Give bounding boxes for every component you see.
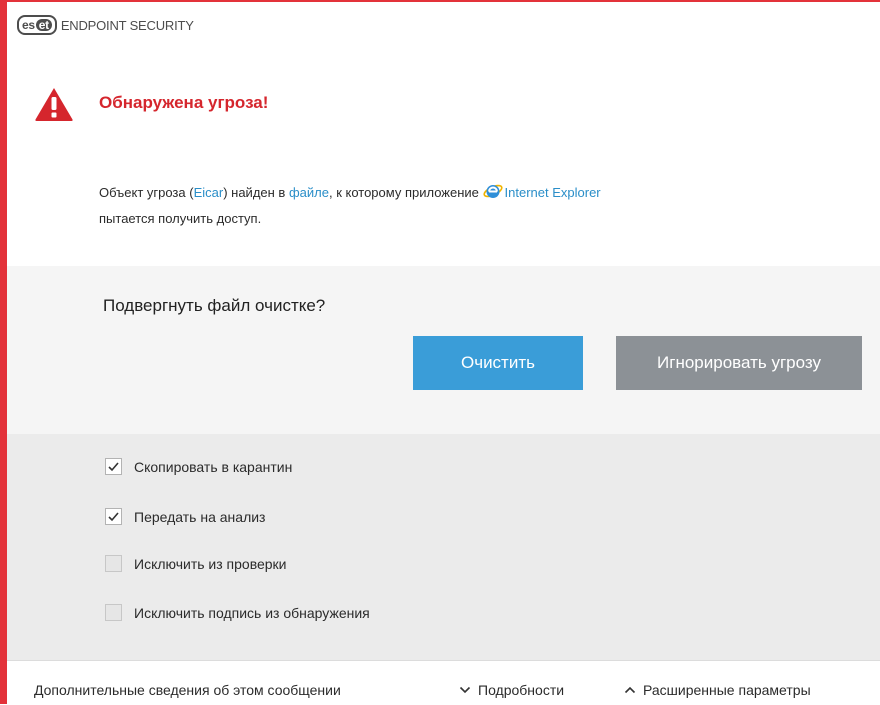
eset-logo: es et ENDPOINT SECURITY [17,15,194,35]
more-info-link[interactable]: Дополнительные сведения об этом сообщени… [34,682,341,698]
question-area: Подвергнуть файл очистке? Очистить Игнор… [7,266,880,434]
clean-button[interactable]: Очистить [413,336,583,390]
details-toggle[interactable]: Подробности [459,682,564,698]
checkbox-quarantine[interactable] [105,458,122,475]
advanced-options-toggle[interactable]: Расширенные параметры [624,682,811,698]
message-text: , к которому приложение [328,185,483,200]
option-quarantine[interactable]: Скопировать в карантин [105,458,292,475]
option-exclude-scan[interactable]: Исключить из проверки [105,555,287,572]
brand-badge-right: et [35,19,52,31]
checkbox-submit-analysis[interactable] [105,508,122,525]
product-name: ENDPOINT SECURITY [60,17,194,33]
options-area: Скопировать в карантин Передать на анали… [7,434,880,660]
file-link[interactable]: файле [289,185,329,200]
eset-badge: es et [17,15,57,35]
checkmark-icon [108,512,119,522]
brand-badge-left: es [22,18,35,32]
option-label: Исключить из проверки [134,555,287,572]
message-text: ) найден в [223,185,289,200]
window-border-left [0,0,7,704]
advanced-label: Расширенные параметры [643,682,811,698]
clean-question: Подвергнуть файл очистке? [103,296,326,315]
option-label: Исключить подпись из обнаружения [134,604,370,621]
checkmark-icon [108,462,119,472]
details-label: Подробности [478,682,565,698]
threat-title: Обнаружена угроза! [99,93,269,112]
option-label: Скопировать в карантин [134,458,293,475]
ignore-threat-button[interactable]: Игнорировать угрозу [616,336,862,390]
chevron-down-icon [459,686,471,694]
message-text: Объект угроза ( [99,185,194,200]
checkbox-exclude-signature[interactable] [105,604,122,621]
message-text: пытается получить доступ. [99,211,262,226]
internet-explorer-icon [482,184,503,198]
footer: Дополнительные сведения об этом сообщени… [7,660,880,705]
app-link[interactable]: Internet Explorer [505,185,601,200]
option-exclude-signature[interactable]: Исключить подпись из обнаружения [105,604,370,621]
checkbox-exclude-scan[interactable] [105,555,122,572]
threat-name-link[interactable]: Eicar [194,185,224,200]
more-info-label: Дополнительные сведения об этом сообщени… [34,682,341,698]
alert-window: es et ENDPOINT SECURITY Обнаружена угроза… [7,2,880,705]
threat-message: Объект угроза (Eicar) найден в файле, к … [99,180,859,232]
warning-triangle-icon [35,88,73,121]
option-submit-analysis[interactable]: Передать на анализ [105,508,265,525]
option-label: Передать на анализ [134,508,266,525]
title-bar: es et ENDPOINT SECURITY [7,2,880,48]
chevron-up-icon [624,686,636,694]
